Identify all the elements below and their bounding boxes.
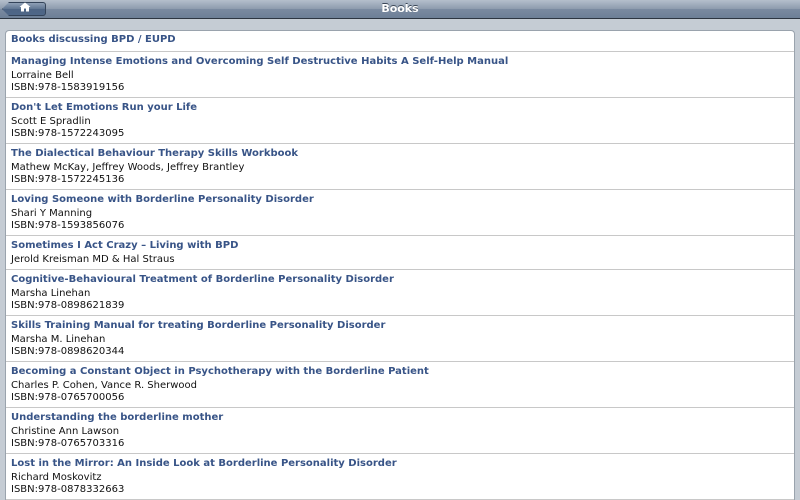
navigation-bar: Books — [0, 0, 800, 19]
book-title: Lost in the Mirror: An Inside Look at Bo… — [11, 458, 397, 469]
book-author: Marsha M. Linehan — [11, 334, 106, 345]
book-isbn: ISBN:978-0898621839 — [11, 300, 125, 311]
book-author: Charles P. Cohen, Vance R. Sherwood — [11, 380, 198, 391]
book-title: Managing Intense Emotions and Overcoming… — [11, 56, 509, 67]
list-item[interactable]: Skills Training Manual for treating Bord… — [6, 316, 794, 362]
book-isbn: ISBN:978-1572243095 — [11, 128, 125, 139]
page-title: Books — [381, 2, 419, 15]
book-title: Understanding the borderline mother — [11, 412, 224, 423]
list-item[interactable]: Understanding the borderline mother Chri… — [6, 408, 794, 454]
book-title: Becoming a Constant Object in Psychother… — [11, 366, 429, 377]
list-item[interactable]: Managing Intense Emotions and Overcoming… — [6, 52, 794, 98]
book-title: Sometimes I Act Crazy – Living with BPD — [11, 240, 239, 251]
book-isbn: ISBN:978-0898620344 — [11, 346, 125, 357]
list-item[interactable]: Becoming a Constant Object in Psychother… — [6, 362, 794, 408]
list-item[interactable]: Don't Let Emotions Run your Life Scott E… — [6, 98, 794, 144]
book-isbn: ISBN:978-1583919156 — [11, 82, 125, 93]
book-author: Scott E Spradlin — [11, 116, 91, 127]
books-list: Books discussing BPD / EUPD Managing Int… — [5, 30, 795, 500]
book-isbn: ISBN:978-0765703316 — [11, 438, 125, 449]
book-isbn: ISBN:978-0878332663 — [11, 484, 125, 495]
book-author: Lorraine Bell — [11, 70, 74, 81]
book-isbn: ISBN:978-1593856076 — [11, 220, 125, 231]
book-isbn: ISBN:978-0765700056 — [11, 392, 125, 403]
book-title: Skills Training Manual for treating Bord… — [11, 320, 386, 331]
book-isbn: ISBN:978-1572245136 — [11, 174, 125, 185]
home-icon[interactable] — [19, 2, 31, 12]
list-item[interactable]: Sometimes I Act Crazy – Living with BPD … — [6, 236, 794, 270]
book-author: Jerold Kreisman MD & Hal Straus — [11, 254, 175, 265]
book-author: Christine Ann Lawson — [11, 426, 120, 437]
list-item[interactable]: Lost in the Mirror: An Inside Look at Bo… — [6, 454, 794, 500]
book-author: Richard Moskovitz — [11, 472, 102, 483]
list-item[interactable]: Cognitive-Behavioural Treatment of Borde… — [6, 270, 794, 316]
list-item[interactable]: The Dialectical Behaviour Therapy Skills… — [6, 144, 794, 190]
book-title: Loving Someone with Borderline Personali… — [11, 194, 314, 205]
book-title: Cognitive-Behavioural Treatment of Borde… — [11, 274, 394, 285]
section-header: Books discussing BPD / EUPD — [6, 31, 794, 52]
book-author: Shari Y Manning — [11, 208, 93, 219]
list-item[interactable]: Loving Someone with Borderline Personali… — [6, 190, 794, 236]
book-title: The Dialectical Behaviour Therapy Skills… — [11, 148, 299, 159]
book-title: Don't Let Emotions Run your Life — [11, 102, 198, 113]
book-author: Mathew McKay, Jeffrey Woods, Jeffrey Bra… — [11, 162, 245, 173]
book-author: Marsha Linehan — [11, 288, 91, 299]
